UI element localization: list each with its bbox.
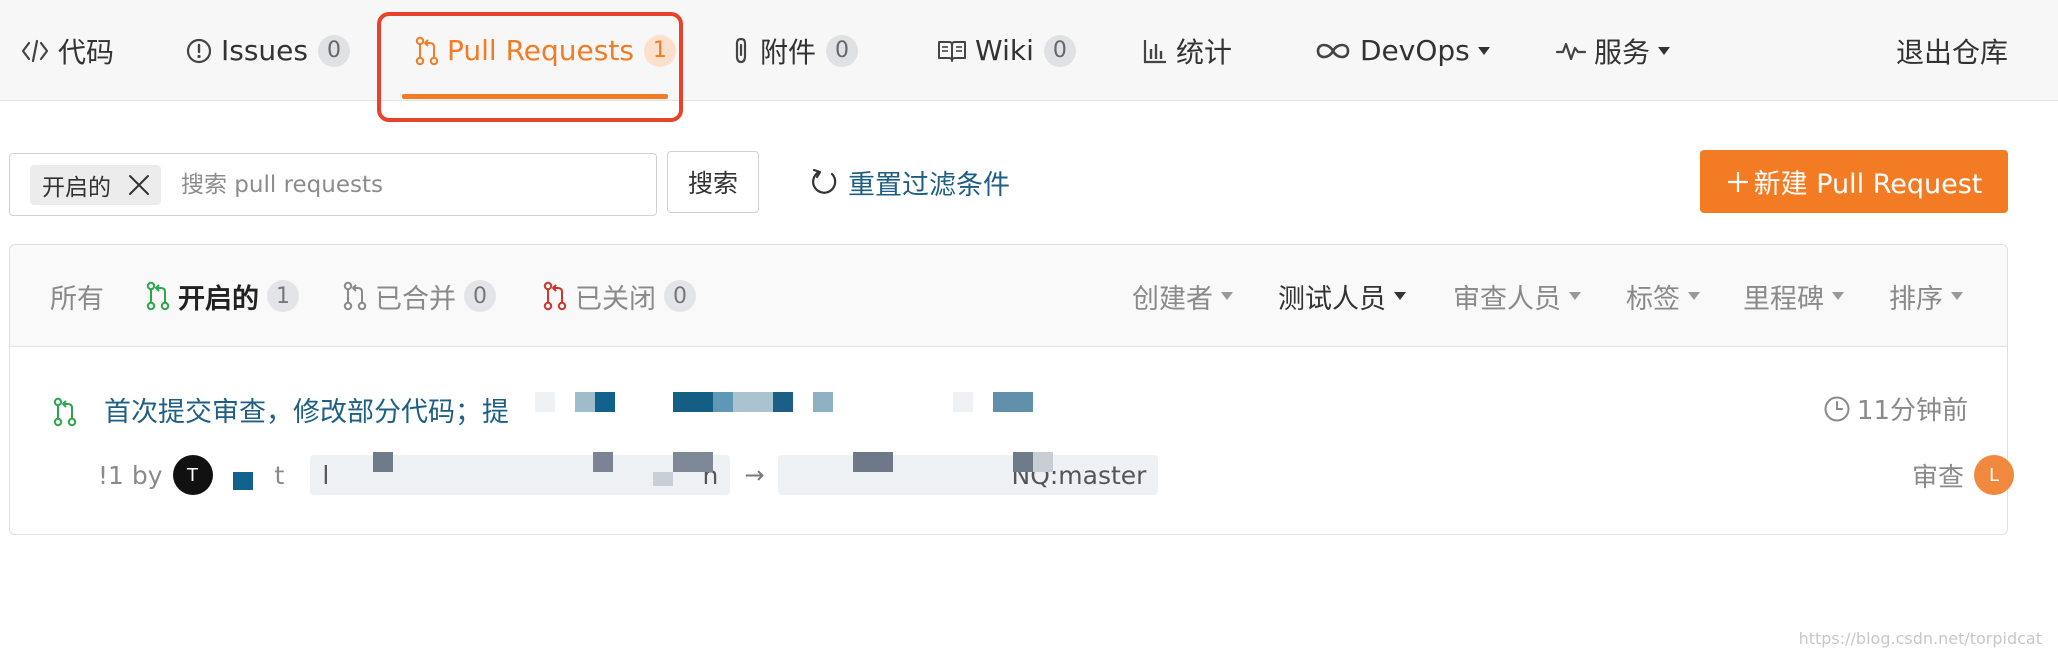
state-tab-label: 已合并 xyxy=(375,283,456,315)
filter-label: 里程碑 xyxy=(1743,283,1824,315)
pr-merged-icon xyxy=(343,281,367,311)
tab-wiki[interactable]: Wiki 0 xyxy=(937,0,1076,101)
chevron-down-icon xyxy=(1221,292,1233,300)
book-icon xyxy=(937,38,967,64)
tab-label: 代码 xyxy=(58,35,115,69)
chevron-down-icon xyxy=(1951,292,1963,300)
tab-label: Wiki xyxy=(975,34,1034,67)
infinity-icon xyxy=(1314,40,1352,62)
chevron-down-icon xyxy=(1477,46,1490,55)
state-tab-closed[interactable]: 已关闭 0 xyxy=(543,245,696,347)
author-name[interactable]: t xyxy=(275,461,285,490)
pr-updated-time: 11分钟前 xyxy=(1823,390,1968,427)
chip-label: 开启的 xyxy=(42,174,111,201)
tab-label: DevOps xyxy=(1360,34,1470,67)
tab-attachments[interactable]: 附件 0 xyxy=(730,0,859,101)
code-icon xyxy=(20,36,50,66)
pr-meta-line: !1 by T t l n → NQ:master xyxy=(98,455,1159,495)
state-tab-all[interactable]: 所有 xyxy=(50,245,104,347)
state-tab-label: 开启的 xyxy=(178,283,259,315)
pr-open-icon xyxy=(146,281,170,311)
tab-devops[interactable]: DevOps xyxy=(1314,0,1490,101)
tab-label: 附件 xyxy=(760,35,817,69)
plus-icon xyxy=(1726,170,1750,194)
bar-chart-icon xyxy=(1142,37,1168,65)
annotation-highlight-box xyxy=(377,12,683,122)
filter-author[interactable]: 创建者 xyxy=(1132,245,1233,347)
tab-label: 统计 xyxy=(1176,35,1233,69)
paperclip-icon xyxy=(730,36,752,66)
pr-number-by: !1 by xyxy=(98,460,163,490)
filter-sort[interactable]: 排序 xyxy=(1889,245,1963,347)
review-label: 审查 xyxy=(1911,462,1964,493)
chevron-down-icon xyxy=(1688,292,1700,300)
state-tab-open[interactable]: 开启的 1 xyxy=(146,245,299,347)
time-text: 11分钟前 xyxy=(1856,396,1968,426)
filter-label: 测试人员 xyxy=(1278,283,1386,315)
tab-issues[interactable]: Issues 0 xyxy=(185,0,350,101)
filter-label: 标签 xyxy=(1626,283,1680,315)
issue-icon xyxy=(185,37,213,65)
state-tab-label: 已关闭 xyxy=(575,283,656,315)
tab-services[interactable]: 服务 xyxy=(1556,0,1671,101)
tab-label: Issues xyxy=(221,34,308,67)
chevron-down-icon xyxy=(1658,46,1671,55)
new-pull-request-button[interactable]: 新建 Pull Request xyxy=(1700,150,2008,213)
new-pr-label: 新建 Pull Request xyxy=(1753,169,1983,200)
close-icon[interactable] xyxy=(127,173,151,197)
clock-icon xyxy=(1823,395,1851,423)
count-badge: 0 xyxy=(664,280,696,312)
target-branch[interactable]: NQ:master xyxy=(778,455,1159,495)
state-tab-label: 所有 xyxy=(50,283,104,315)
list-header: 所有 开启的 1 已合并 0 已关闭 0 创建者 测试人员 审查人员 标签 里程… xyxy=(10,245,2007,347)
exit-repo-link[interactable]: 退出仓库 xyxy=(1896,0,2008,101)
reset-label: 重置过滤条件 xyxy=(848,169,1010,201)
repo-nav-bar: 代码 Issues 0 Pull Requests 1 附件 0 Wiki 0 … xyxy=(0,0,2058,101)
filter-label: 创建者 xyxy=(1132,283,1213,315)
chevron-down-icon xyxy=(1394,292,1406,300)
filter-labels[interactable]: 标签 xyxy=(1626,245,1700,347)
chevron-down-icon xyxy=(1832,292,1844,300)
watermark-text: https://blog.csdn.net/torpidcat xyxy=(1798,629,2042,648)
chevron-down-icon xyxy=(1569,292,1581,300)
review-status[interactable]: 审查 L xyxy=(1912,455,2014,495)
avatar[interactable]: L xyxy=(1974,455,2014,495)
search-box: 开启的 xyxy=(9,153,657,216)
state-tab-merged[interactable]: 已合并 0 xyxy=(343,245,496,347)
avatar[interactable]: T xyxy=(172,455,213,495)
filter-tester[interactable]: 测试人员 xyxy=(1278,245,1406,347)
pr-open-icon xyxy=(53,397,77,431)
count-badge: 0 xyxy=(318,34,350,67)
filter-label: 排序 xyxy=(1889,283,1943,315)
arrow-right-icon: → xyxy=(744,461,765,489)
branch-text: l xyxy=(322,460,330,490)
count-badge: 0 xyxy=(464,280,496,312)
count-badge: 0 xyxy=(1043,34,1076,67)
search-input[interactable] xyxy=(181,171,621,198)
filter-reviewer[interactable]: 审查人员 xyxy=(1453,245,1581,347)
pr-closed-icon xyxy=(543,281,567,311)
tab-label: 服务 xyxy=(1594,35,1651,69)
tab-statistics[interactable]: 统计 xyxy=(1142,0,1232,101)
filter-milestone[interactable]: 里程碑 xyxy=(1743,245,1844,347)
pr-title-link[interactable]: 首次提交审查，修改部分代码；提 xyxy=(104,390,509,429)
filter-chip-open[interactable]: 开启的 xyxy=(30,164,161,205)
count-badge: 1 xyxy=(267,280,299,312)
count-badge: 0 xyxy=(826,34,859,67)
reset-filters-link[interactable]: 重置过滤条件 xyxy=(808,151,1010,213)
filter-label: 审查人员 xyxy=(1453,283,1561,315)
search-button[interactable]: 搜索 xyxy=(667,151,759,213)
pulse-icon xyxy=(1556,39,1586,63)
tab-code[interactable]: 代码 xyxy=(20,0,114,101)
refresh-icon xyxy=(808,166,840,198)
